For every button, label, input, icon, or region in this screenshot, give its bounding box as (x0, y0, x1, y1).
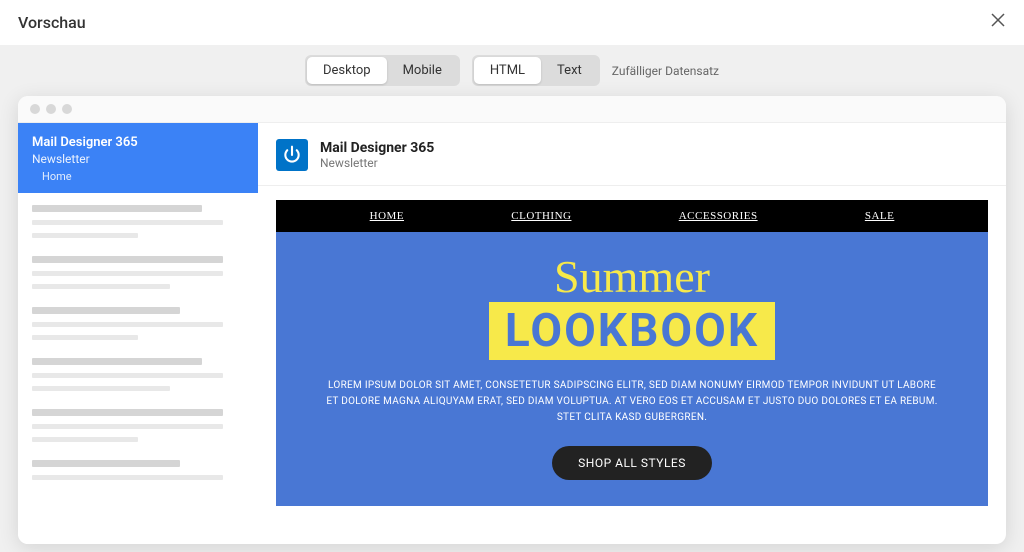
format-toggle: HTML Text (472, 55, 600, 86)
device-mobile-button[interactable]: Mobile (387, 57, 458, 84)
email-nav-home[interactable]: HOME (370, 210, 404, 222)
skeleton-line (32, 335, 138, 340)
skeleton-line (32, 307, 180, 314)
shop-all-button[interactable]: SHOP ALL STYLES (552, 446, 712, 480)
modal-title: Vorschau (18, 13, 86, 32)
email-nav-clothing[interactable]: CLOTHING (511, 210, 571, 222)
email-hero: Summer LOOKBOOK LOREM IPSUM DOLOR SIT AM… (276, 232, 988, 506)
format-html-button[interactable]: HTML (474, 57, 541, 84)
email-nav: HOME CLOTHING ACCESSORIES SALE (276, 200, 988, 232)
content-title: Mail Designer 365 (320, 140, 434, 156)
skeleton-line (32, 233, 138, 238)
sidebar-list (18, 193, 258, 510)
skeleton-line (32, 475, 223, 480)
skeleton-line (32, 322, 223, 327)
list-item[interactable] (32, 409, 244, 442)
hero-paragraph: LOREM IPSUM DOLOR SIT AMET, CONSETETUR S… (326, 378, 938, 426)
traffic-dot (62, 104, 72, 114)
window-chrome (18, 96, 1006, 123)
preview-toolbar: Desktop Mobile HTML Text Zufälliger Date… (0, 45, 1024, 96)
email-nav-accessories[interactable]: ACCESSORIES (679, 210, 758, 222)
hero-lookbook-text: LOOKBOOK (489, 302, 775, 360)
modal-header: Vorschau (0, 0, 1024, 45)
skeleton-line (32, 386, 170, 391)
skeleton-line (32, 256, 223, 263)
window-body: Mail Designer 365 Newsletter Home (18, 123, 1006, 544)
preview-window: Mail Designer 365 Newsletter Home (18, 96, 1006, 544)
sender-avatar (276, 139, 308, 171)
sidebar-subtitle: Newsletter (32, 152, 244, 166)
skeleton-line (32, 271, 223, 276)
device-desktop-button[interactable]: Desktop (307, 57, 387, 84)
email-body: HOME CLOTHING ACCESSORIES SALE Summer LO… (258, 186, 1006, 544)
sidebar-title: Mail Designer 365 (32, 135, 244, 150)
traffic-dot (30, 104, 40, 114)
close-icon[interactable] (990, 12, 1006, 33)
list-item[interactable] (32, 307, 244, 340)
random-dataset-link[interactable]: Zufälliger Datensatz (612, 64, 719, 78)
traffic-lights (30, 104, 994, 114)
skeleton-line (32, 409, 223, 416)
content-header: Mail Designer 365 Newsletter (258, 123, 1006, 186)
traffic-dot (46, 104, 56, 114)
skeleton-line (32, 460, 180, 467)
content-subtitle: Newsletter (320, 156, 434, 170)
list-item[interactable] (32, 205, 244, 238)
skeleton-line (32, 220, 223, 225)
skeleton-line (32, 358, 202, 365)
list-item[interactable] (32, 460, 244, 480)
skeleton-line (32, 437, 138, 442)
skeleton-line (32, 424, 223, 429)
email-nav-sale[interactable]: SALE (865, 210, 895, 222)
device-toggle: Desktop Mobile (305, 55, 460, 86)
list-item[interactable] (32, 256, 244, 289)
content-meta: Mail Designer 365 Newsletter (320, 140, 434, 170)
main-content: Mail Designer 365 Newsletter HOME CLOTHI… (258, 123, 1006, 544)
sidebar-home: Home (32, 170, 244, 183)
hero-summer-text: Summer (326, 254, 938, 300)
sidebar: Mail Designer 365 Newsletter Home (18, 123, 258, 544)
skeleton-line (32, 205, 202, 212)
format-text-button[interactable]: Text (541, 57, 598, 84)
list-item[interactable] (32, 358, 244, 391)
power-icon (282, 145, 302, 165)
skeleton-line (32, 373, 223, 378)
sidebar-header[interactable]: Mail Designer 365 Newsletter Home (18, 123, 258, 193)
skeleton-line (32, 284, 170, 289)
